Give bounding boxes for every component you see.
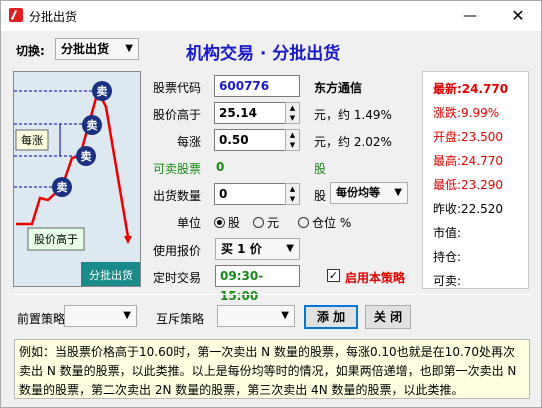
rise-input[interactable]: 0.50: [214, 129, 286, 151]
rise-spinner[interactable]: ▲ ▼: [285, 129, 300, 151]
illustration-svg: 卖 卖 卖 卖 每涨 股价高于 分批出货: [14, 81, 140, 286]
sell-text-1: 卖: [97, 84, 108, 98]
sell-text-4: 卖: [57, 180, 68, 194]
switch-select[interactable]: 分批出货 ▼: [55, 38, 139, 60]
code-input[interactable]: 600776: [214, 75, 300, 97]
quote-mktval: 市值:: [433, 226, 462, 240]
down-icon[interactable]: ▼: [286, 140, 299, 150]
app-icon: [9, 8, 23, 22]
down-icon[interactable]: ▼: [286, 194, 299, 204]
unit-radio-share[interactable]: 股: [214, 214, 240, 231]
sell-marker-2: 卖: [82, 115, 102, 135]
pre-strategy-label: 前置策略: [17, 312, 66, 326]
up-icon[interactable]: ▲: [286, 103, 299, 113]
sellable-value: 0: [216, 160, 225, 174]
enable-checkbox[interactable]: ✓: [327, 269, 340, 282]
quote-panel: 最新:24.770 涨跌:9.99% 开盘:23.500 最高:24.770 最…: [422, 71, 529, 289]
radio-selected-icon[interactable]: [214, 217, 225, 228]
qty-mode-select[interactable]: 每份均等 ▼: [330, 182, 408, 204]
switch-label: 切换:: [16, 44, 45, 58]
code-label: 股票代码: [153, 81, 202, 95]
quote-high: 最高:24.770: [433, 154, 504, 168]
qty-mode-value: 每份均等: [336, 186, 380, 199]
chevron-down-icon: ▼: [125, 43, 133, 54]
example-note: 例如：当股票价格高于10.60时，第一次卖出 N 数量的股票，每涨0.10也就是…: [14, 339, 530, 399]
close-button[interactable]: 关 闭: [365, 305, 411, 329]
qty-input[interactable]: 0: [214, 183, 286, 205]
chevron-down-icon: ▼: [123, 310, 131, 321]
add-button[interactable]: 添 加: [304, 305, 358, 329]
down-icon[interactable]: ▼: [286, 113, 299, 123]
qty-label: 出货数量: [153, 189, 202, 203]
unit-option-label: 股: [228, 216, 241, 230]
price-unit: 元，约 1.49%: [314, 108, 392, 122]
price-input[interactable]: 25.14: [214, 102, 286, 124]
price-line: [16, 87, 130, 238]
page-title: 机构交易 · 分批出货: [186, 44, 341, 64]
quote-label: 使用报价: [153, 244, 202, 258]
qty-unit: 股: [314, 189, 327, 203]
checkmark-icon: ✓: [328, 269, 339, 282]
qty-spinner[interactable]: ▲ ▼: [285, 183, 300, 205]
quote-select[interactable]: 买 1 价 ▼: [215, 238, 300, 260]
window-title: 分批出货: [29, 10, 78, 24]
unit-option-label: 仓位 %: [312, 216, 352, 230]
quote-open: 开盘:23.500: [433, 130, 504, 144]
price-spinner[interactable]: ▲ ▼: [285, 102, 300, 124]
quote-hold: 持仓:: [433, 250, 462, 264]
stock-name: 东方通信: [314, 81, 363, 95]
pre-strategy-select[interactable]: ▼: [64, 305, 137, 327]
price-label: 股价高于: [153, 108, 202, 122]
unit-radio-yuan[interactable]: 元: [253, 214, 279, 231]
unit-label: 单位: [177, 216, 202, 230]
close-icon[interactable]: ✕: [495, 1, 541, 31]
quote-latest: 最新:24.770: [433, 82, 509, 96]
quote-prev: 昨收:22.520: [433, 202, 504, 216]
up-icon[interactable]: ▲: [286, 184, 299, 194]
strategy-illustration: 卖 卖 卖 卖 每涨 股价高于 分批出货: [13, 71, 141, 287]
enable-label: 启用本策略: [345, 271, 406, 285]
switch-select-value: 分批出货: [61, 42, 110, 56]
sell-text-2: 卖: [87, 118, 98, 132]
each-rise-text: 每涨: [21, 133, 43, 147]
mutex-strategy-label: 互斥策略: [156, 312, 205, 326]
radio-icon[interactable]: [253, 217, 264, 228]
up-icon[interactable]: ▲: [286, 130, 299, 140]
chevron-down-icon: ▼: [281, 310, 289, 321]
rise-unit: 元，约 2.02%: [314, 135, 392, 149]
sell-marker-1: 卖: [92, 81, 112, 101]
quote-select-value: 买 1 价: [221, 242, 262, 256]
sell-marker-3: 卖: [76, 146, 96, 166]
divider: [13, 294, 531, 295]
timed-input[interactable]: 09:30-15:00: [215, 265, 300, 303]
sellable-unit: 股: [314, 162, 327, 176]
title-bar: 分批出货 — ✕: [1, 1, 541, 31]
strategy-window: 分批出货 — ✕ 切换: 分批出货 ▼ 机构交易 · 分批出货 卖 卖 卖 卖 每…: [0, 0, 542, 408]
mutex-strategy-select[interactable]: ▼: [217, 305, 295, 327]
chevron-down-icon: ▼: [286, 243, 294, 254]
quote-low: 最低:23.290: [433, 178, 504, 192]
quote-change: 涨跌:9.99%: [433, 106, 500, 120]
price-above-text: 股价高于: [34, 232, 78, 246]
illustration-tab-text: 分批出货: [89, 268, 133, 282]
unit-option-label: 元: [267, 216, 280, 230]
price-arrow-head: [124, 236, 132, 244]
chevron-down-icon: ▼: [394, 187, 402, 198]
quote-sellable: 可卖:: [433, 274, 462, 288]
radio-icon[interactable]: [298, 217, 309, 228]
timed-label: 定时交易: [153, 271, 202, 285]
unit-radio-position[interactable]: 仓位 %: [298, 214, 351, 231]
sell-text-3: 卖: [81, 149, 92, 163]
rise-label: 每涨: [177, 135, 202, 149]
sellable-label: 可卖股票: [153, 162, 202, 176]
sell-marker-4: 卖: [52, 177, 72, 197]
minimize-icon[interactable]: —: [447, 1, 493, 31]
